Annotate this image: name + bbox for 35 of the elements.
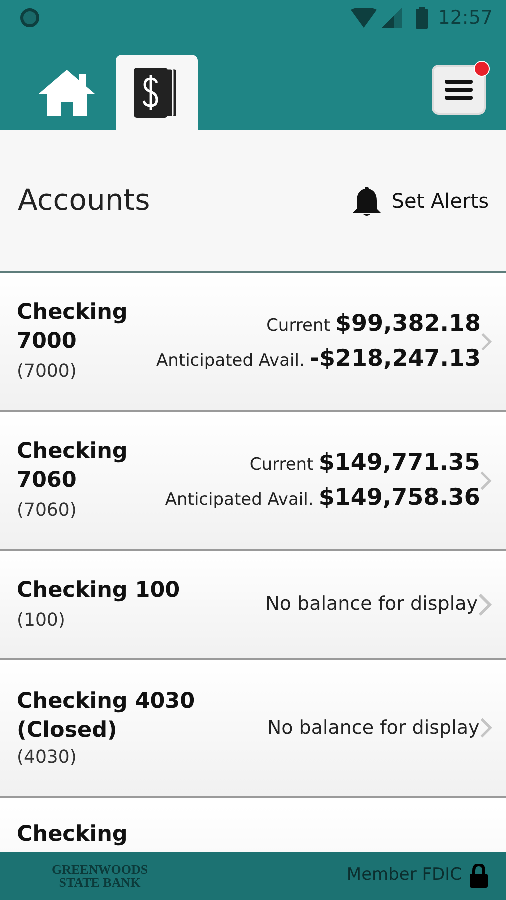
account-name: Checking xyxy=(17,821,129,849)
account-name: Checking 7000 xyxy=(17,299,129,356)
page-title: Accounts xyxy=(18,183,150,218)
balance-amount: $149,771.35 xyxy=(318,450,480,476)
account-name: Checking 4030 (Closed) xyxy=(17,688,196,746)
account-name: Checking 7060 xyxy=(17,438,129,495)
account-number: (7000) xyxy=(17,360,78,384)
set-alerts-button[interactable]: Set Alerts xyxy=(352,184,489,216)
balance-amount: -$218,247.13 xyxy=(310,346,482,372)
balance-amount: $149,758.36 xyxy=(318,484,480,510)
menu-icon xyxy=(445,79,473,101)
accounts-tab[interactable] xyxy=(116,55,198,130)
account-name: Checking 100 xyxy=(17,576,182,604)
balance-label: Anticipated Avail. xyxy=(165,490,314,510)
signal-icon xyxy=(380,8,402,28)
chevron-right-icon xyxy=(480,716,492,740)
battery-icon xyxy=(416,7,428,29)
bank-logo-text: GREENWOODS STATE BANK xyxy=(52,863,148,889)
wifi-icon xyxy=(351,8,378,28)
clock-text: 12:57 xyxy=(438,6,493,31)
lock-icon xyxy=(470,864,488,888)
no-balance-text: No balance for display xyxy=(266,592,478,618)
account-number: (100) xyxy=(17,608,66,632)
account-number: (7060) xyxy=(17,499,78,523)
fdic-text: Member FDIC xyxy=(346,864,462,888)
bell-icon xyxy=(352,184,382,216)
no-balance-text: No balance for display xyxy=(267,716,480,740)
balance-amount: $99,382.18 xyxy=(336,311,482,337)
account-number: (4030) xyxy=(17,747,78,769)
balance-label: Anticipated Avail. xyxy=(156,350,305,370)
chevron-right-icon xyxy=(478,592,492,616)
balance-label: Current xyxy=(250,455,314,475)
balance-label: Current xyxy=(266,316,330,336)
home-icon xyxy=(37,68,97,118)
camera-icon xyxy=(20,8,40,28)
